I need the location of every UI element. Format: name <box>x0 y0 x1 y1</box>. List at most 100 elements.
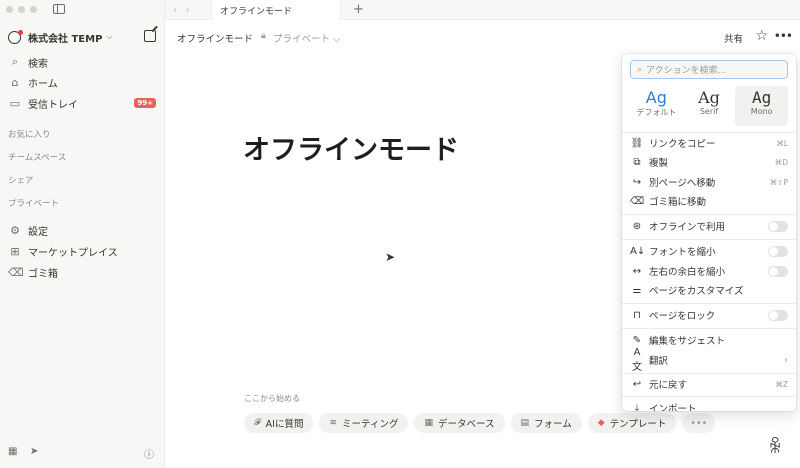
font-name: Serif <box>699 107 719 116</box>
menu-item-label: ページをカスタマイズ <box>649 286 744 297</box>
sidebar-item-settings[interactable]: ⚙ 設定 <box>8 221 156 239</box>
menu-item-customize[interactable]: ⚌ ページをカスタマイズ <box>630 281 788 299</box>
sidebar-item-label: 受信トレイ <box>28 99 78 111</box>
zoom-dot[interactable] <box>30 6 37 13</box>
sidebar-item-label: マーケットプレイス <box>28 247 118 259</box>
template-button[interactable]: ◆ テンプレート <box>587 413 677 433</box>
menu-divider <box>622 239 796 240</box>
section-teamspace[interactable]: チームスペース <box>8 151 66 163</box>
pill-label: データベース <box>437 419 495 430</box>
action-search-input[interactable]: ⌕ アクションを検索... <box>630 60 788 79</box>
menu-item-duplicate[interactable]: ⧉ 複製 ⌘D <box>630 153 788 171</box>
calendar-icon[interactable]: ▦ <box>8 446 17 457</box>
more-icon[interactable]: ••• <box>774 29 793 43</box>
menu-item-small-text[interactable]: A↓ フォントを縮小 <box>630 242 788 260</box>
page-title[interactable]: オフラインモード <box>243 128 459 167</box>
help-assistant-icon[interactable]: ꆜ <box>768 435 782 458</box>
lock-toggle[interactable] <box>768 309 788 321</box>
ask-ai-button[interactable]: 𝓕 AIに質問 <box>244 413 314 433</box>
search-icon: ⌕ <box>637 64 643 75</box>
breadcrumb-private[interactable]: プライベート ⌵ <box>273 31 340 45</box>
sidebar-item-inbox[interactable]: ▭ 受信トレイ 99+ <box>8 94 156 112</box>
menu-divider <box>622 396 796 397</box>
meeting-button[interactable]: ≋ ミーティング <box>319 413 409 433</box>
start-actions: 𝓕 AIに質問 ≋ ミーティング ▦ データベース ▤ フォーム ◆ テンプレート ••• <box>244 413 716 433</box>
shortcut: ⌘Z <box>775 379 788 389</box>
marketplace-icon: ⊞ <box>10 244 20 258</box>
database-button[interactable]: ▦ データベース <box>414 413 505 433</box>
chevron-down-icon: ⌵ <box>106 32 113 41</box>
sidebar-item-home[interactable]: ⌂ ホーム <box>8 73 156 91</box>
menu-item-undo[interactable]: ↩ 元に戻す ⌘Z <box>630 375 788 393</box>
home-icon: ⌂ <box>11 75 19 89</box>
font-name: Mono <box>750 107 773 116</box>
menu-item-import[interactable]: ⤓ インポート <box>630 399 788 412</box>
pill-label: AIに質問 <box>265 419 304 430</box>
close-dot[interactable] <box>6 6 13 13</box>
shortcut: ⌘L <box>776 138 788 148</box>
menu-item-label: 翻訳 <box>649 356 669 367</box>
more-actions-button[interactable]: ••• <box>682 413 716 433</box>
font-mono[interactable]: Ag Mono <box>735 86 789 126</box>
new-tab-icon[interactable]: + <box>353 2 364 17</box>
suggest-edit-icon: ✎ <box>632 334 642 346</box>
menu-item-label: 別ページへ移動 <box>649 178 716 189</box>
menu-item-trash[interactable]: ⌫ ゴミ箱に移動 <box>630 192 788 210</box>
menu-item-label: フォントを縮小 <box>649 247 716 258</box>
menu-item-move-to[interactable]: ↪ 別ページへ移動 ⌘⇧P <box>630 173 788 191</box>
font-serif[interactable]: Ag Serif <box>683 86 736 126</box>
menu-item-lock[interactable]: ⊓ ページをロック <box>630 306 788 324</box>
send-icon[interactable]: ➤ <box>30 446 38 457</box>
form-icon: ▤ <box>520 418 530 428</box>
sidebar-toggle-icon[interactable] <box>53 4 65 14</box>
meeting-icon: ≋ <box>329 418 338 428</box>
menu-item-full-width[interactable]: ↔ 左右の余白を縮小 <box>630 262 788 280</box>
small-text-toggle[interactable] <box>768 245 788 257</box>
translate-icon: A文 <box>632 347 642 373</box>
workspace-switcher[interactable]: 株式会社 TEMP ⌵ <box>8 29 156 45</box>
start-label: ここから始める <box>244 394 300 403</box>
window-controls[interactable] <box>6 6 37 13</box>
full-width-toggle[interactable] <box>768 265 788 277</box>
minimize-dot[interactable] <box>18 6 25 13</box>
offline-toggle[interactable] <box>768 220 788 232</box>
section-favorites[interactable]: お気に入り <box>8 128 51 140</box>
help-icon[interactable]: ⓘ <box>144 446 154 461</box>
page-header: オフラインモード 🔒︎ プライベート ⌵ 共有 ☆ ••• <box>165 26 800 48</box>
sidebar-item-label: 設定 <box>28 226 48 238</box>
sidebar-item-label: 検索 <box>28 58 48 70</box>
sidebar-item-search[interactable]: ⌕ 検索 <box>8 53 156 71</box>
width-icon: ↔ <box>632 265 642 277</box>
menu-item-suggest-edits[interactable]: ✎ 編集をサジェスト <box>630 331 788 349</box>
lock-icon: 🔒︎ <box>261 31 266 41</box>
more-icon: ••• <box>690 417 708 429</box>
font-default[interactable]: Ag デフォルト <box>630 86 683 126</box>
font-sample: Ag <box>645 88 667 107</box>
lock-icon: ⊓ <box>633 309 641 321</box>
menu-item-copy-link[interactable]: ⛓ リンクをコピー ⌘L <box>630 134 788 152</box>
menu-divider <box>622 303 796 304</box>
move-icon: ↪ <box>632 176 642 188</box>
trash-icon: ⌫ <box>8 265 24 279</box>
sidebar-item-marketplace[interactable]: ⊞ マーケットプレイス <box>8 242 156 260</box>
sidebar: 株式会社 TEMP ⌵ ⌕ 検索 ⌂ ホーム ▭ 受信トレイ 99+ お気に入り… <box>0 0 165 468</box>
tab-offline-mode[interactable]: オフラインモード <box>211 0 341 20</box>
section-shared[interactable]: シェア <box>8 174 34 186</box>
menu-item-label: 元に戻す <box>649 380 688 391</box>
workspace-avatar <box>8 29 23 44</box>
share-button[interactable]: 共有 <box>724 31 743 45</box>
history-nav-icons[interactable]: ‹› <box>173 3 198 16</box>
new-page-icon[interactable] <box>144 30 156 42</box>
star-icon[interactable]: ☆ <box>755 28 768 44</box>
font-size-icon: A↓ <box>630 245 646 257</box>
search-icon: ⌕ <box>11 55 19 68</box>
sidebar-item-trash[interactable]: ⌫ ゴミ箱 <box>8 263 156 281</box>
menu-item-translate[interactable]: A文 翻訳 › <box>630 347 788 373</box>
inbox-icon: ▭ <box>9 96 21 110</box>
menu-item-offline[interactable]: ⊛ オフラインで利用 <box>630 217 788 235</box>
breadcrumb-title[interactable]: オフラインモード <box>177 31 253 45</box>
ai-icon: 𝓕 <box>254 418 261 428</box>
section-private[interactable]: プライベート <box>8 197 59 209</box>
shortcut: ⌘⇧P <box>769 177 788 187</box>
form-button[interactable]: ▤ フォーム <box>510 413 582 433</box>
